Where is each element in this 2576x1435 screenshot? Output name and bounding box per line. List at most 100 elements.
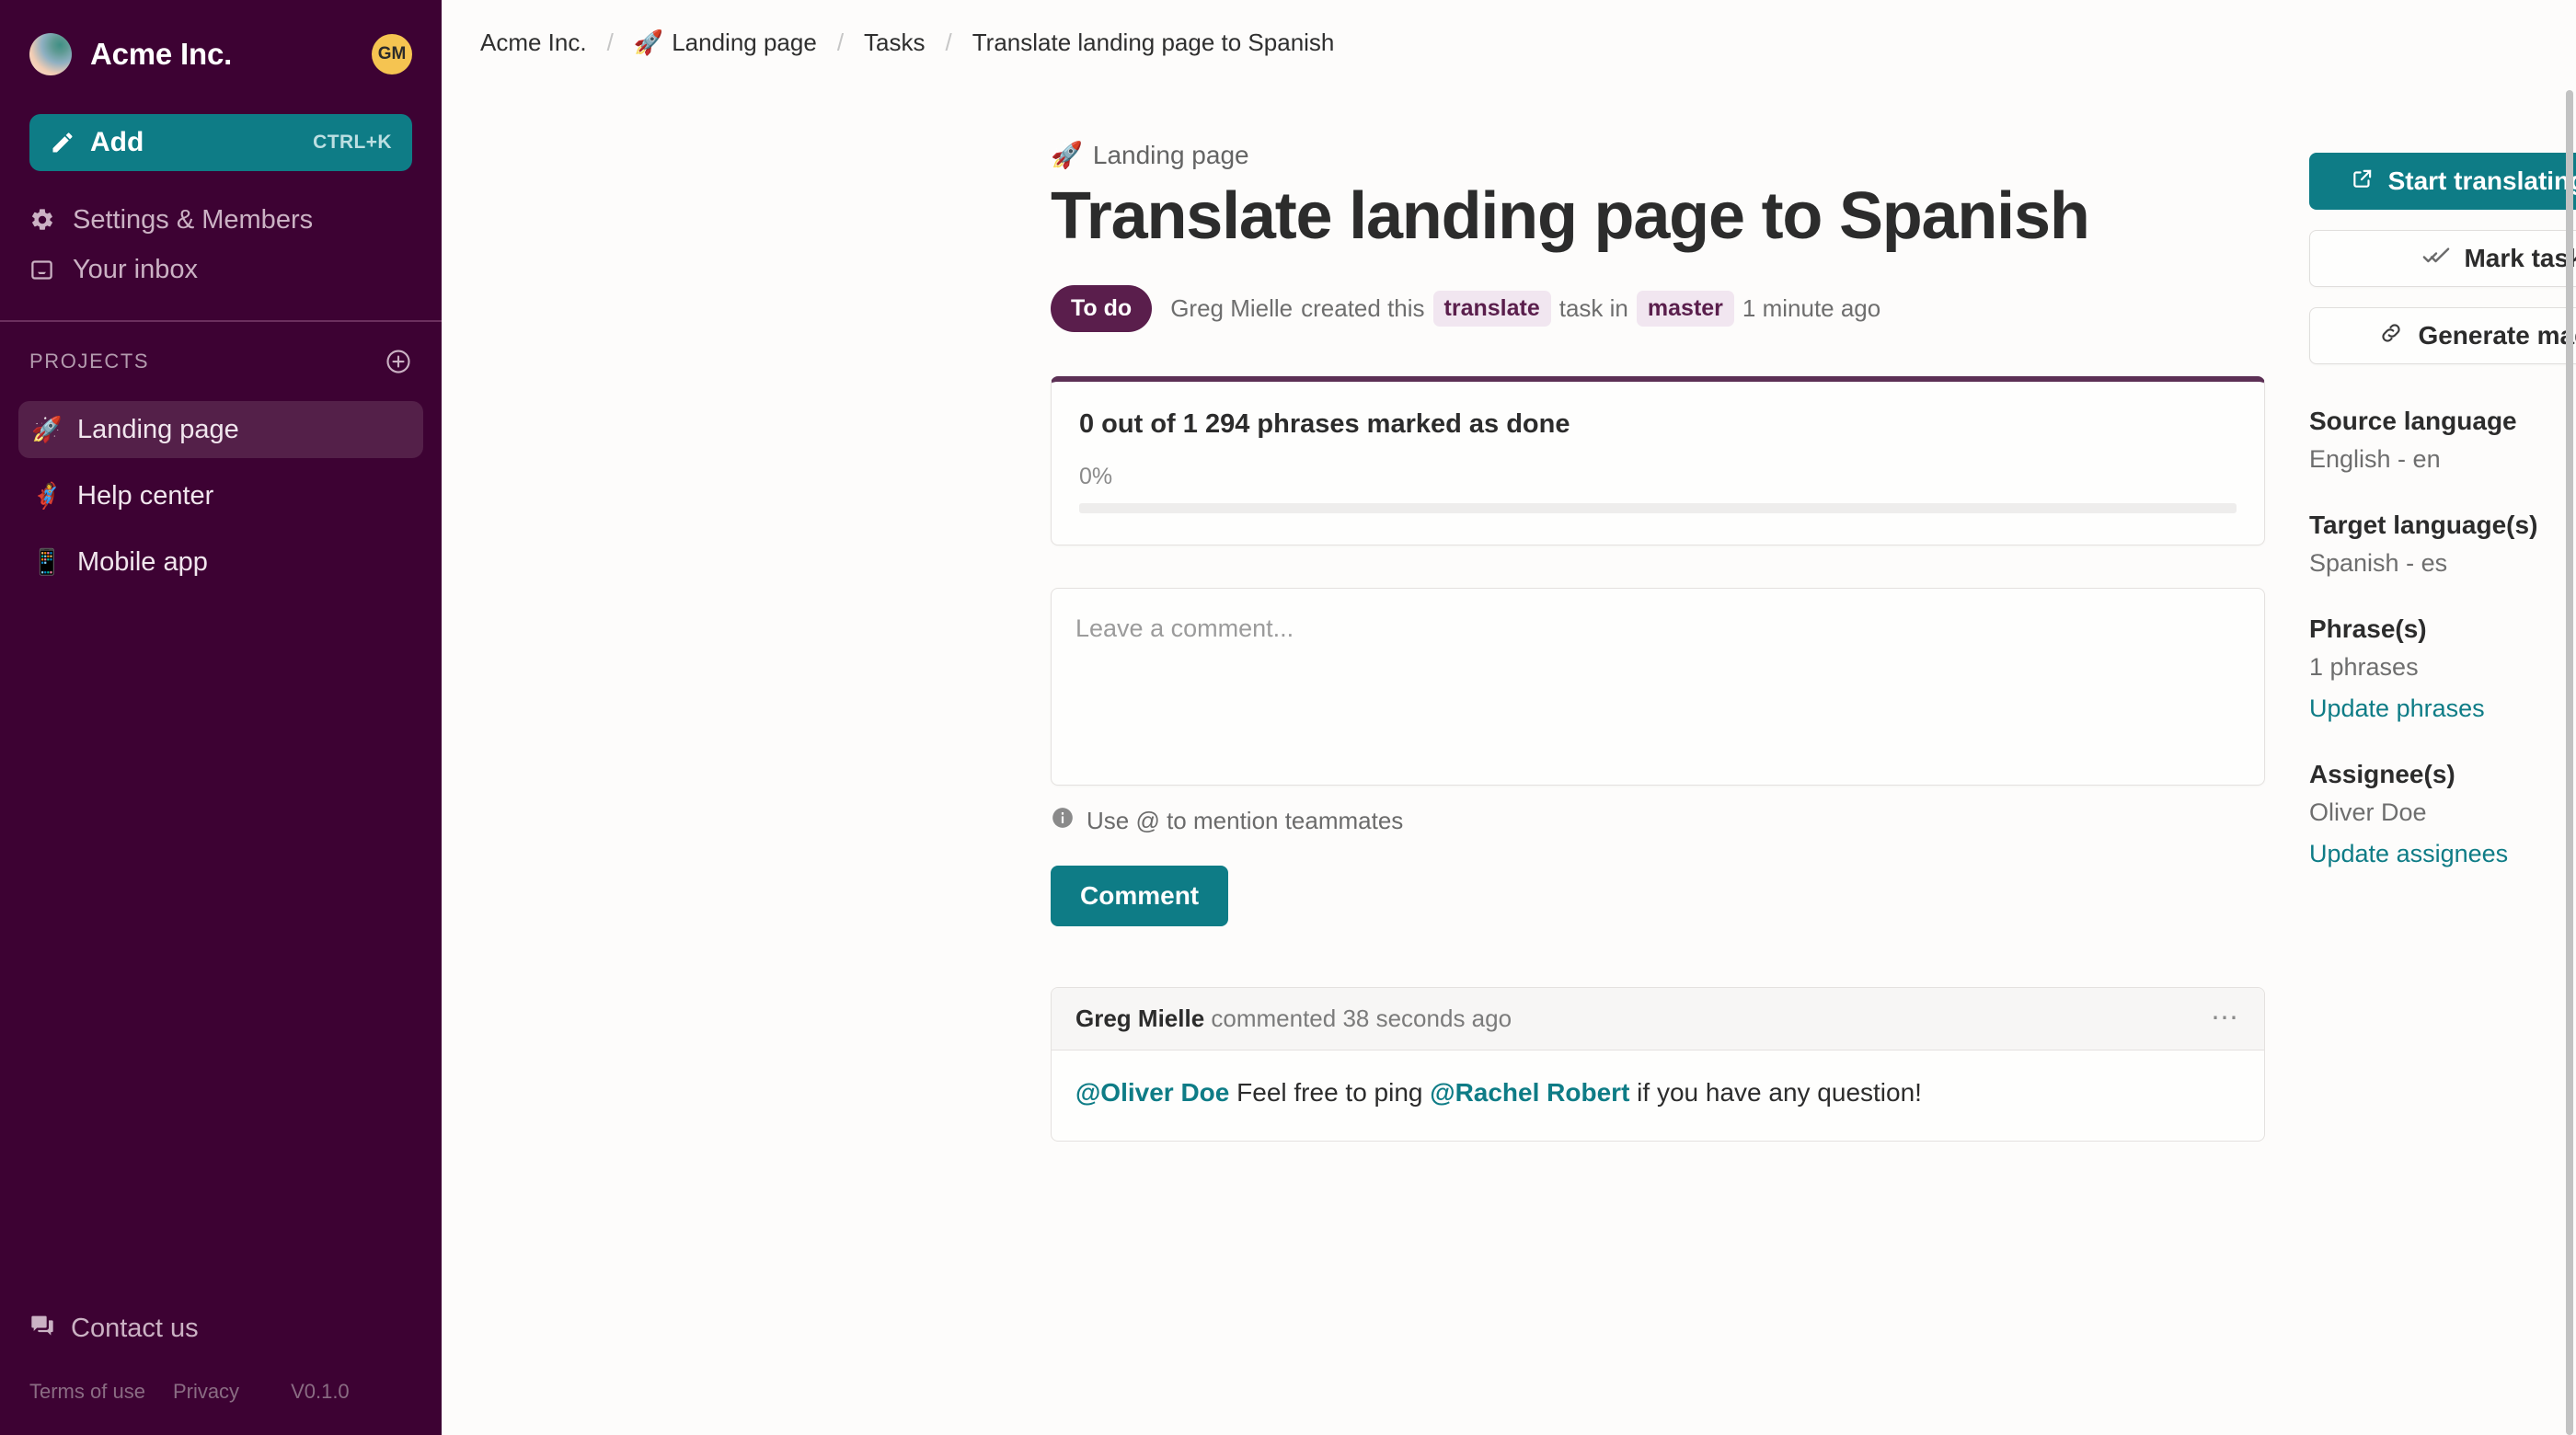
add-button-label: Add xyxy=(90,127,144,157)
chat-icon xyxy=(29,1312,55,1345)
breadcrumb-project-label: Landing page xyxy=(672,28,817,56)
sidebar-item-label: Settings & Members xyxy=(73,204,314,235)
side-button-label: Generate magic link xyxy=(2418,321,2576,350)
update-phrases-link[interactable]: Update phrases xyxy=(2309,695,2576,723)
project-label: Mobile app xyxy=(77,546,208,577)
sidebar-project-mobile-app[interactable]: 📱 Mobile app xyxy=(18,534,423,591)
comment-text-1: Feel free to ping xyxy=(1229,1077,1431,1107)
comment-author: Greg Mielle xyxy=(1075,1004,1205,1032)
task-meta-row: To do Greg Mielle created this translate… xyxy=(1051,284,2265,332)
page-scrollbar-thumb[interactable] xyxy=(2566,90,2573,1435)
comment-hint: Use @ to mention teammates xyxy=(1051,806,2265,836)
progress-percent-label: 0% xyxy=(1079,463,1113,489)
contact-us-label: Contact us xyxy=(71,1313,199,1343)
pencil-icon xyxy=(50,130,75,155)
comment-hint-label: Use @ to mention teammates xyxy=(1087,806,1404,834)
rocket-icon: 🚀 xyxy=(31,416,63,443)
sidebar-footer: Contact us Terms of use Privacy V0.1.0 xyxy=(0,1312,442,1435)
superhero-icon: 🦸‍♀️ xyxy=(31,482,63,510)
add-button-shortcut: CTRL+K xyxy=(313,132,392,153)
workspace-name: Acme Inc. xyxy=(90,37,233,71)
field-assignees: Assignee(s) Oliver Doe Update assignees xyxy=(2309,760,2576,868)
mention-rachel-robert[interactable]: @Rachel Robert xyxy=(1430,1078,1629,1107)
field-value: English - en xyxy=(2309,445,2441,473)
task-meta-in: task in xyxy=(1558,293,1628,322)
ellipsis-icon[interactable]: ⋯ xyxy=(2211,1004,2240,1032)
progress-title: 0 out of 1 294 phrases marked as done xyxy=(1079,408,1570,439)
start-translating-phrases-button[interactable]: Start translating phrases xyxy=(2309,153,2576,210)
inbox-icon xyxy=(29,258,57,282)
legal-row: Terms of use Privacy V0.1.0 xyxy=(29,1380,412,1404)
terms-of-use-link[interactable]: Terms of use xyxy=(29,1380,145,1404)
page-title: Translate landing page to Spanish xyxy=(1051,179,2090,253)
sidebar-project-help-center[interactable]: 🦸‍♀️ Help center xyxy=(18,467,423,524)
rocket-icon: 🚀 xyxy=(1051,141,1083,169)
version-label: V0.1.0 xyxy=(291,1380,350,1403)
sidebar-nav: Settings & Members Your inbox xyxy=(29,195,412,320)
side-button-label: Mark task as xyxy=(2464,244,2576,272)
field-target-language: Target language(s) Spanish - es xyxy=(2309,511,2576,578)
breadcrumb-separator: / xyxy=(606,28,614,56)
sidebar-top: Acme Inc. GM Add CTRL+K Settings & Membe… xyxy=(0,0,442,320)
open-in-new-icon xyxy=(2351,166,2375,197)
sidebar: Acme Inc. GM Add CTRL+K Settings & Membe… xyxy=(0,0,442,1435)
comment-text-2: if you have any question! xyxy=(1629,1077,1922,1107)
field-label: Phrase(s) xyxy=(2309,614,2427,643)
task-branch-tag[interactable]: master xyxy=(1636,290,1734,327)
projects-list: 🚀 Landing page 🦸‍♀️ Help center 📱 Mobile… xyxy=(0,401,442,600)
comment-item: Greg Mielle commented 38 seconds ago ⋯ @… xyxy=(1051,986,2265,1142)
task-meta-text: Greg Mielle created this translate task … xyxy=(1170,290,1881,327)
info-icon xyxy=(1051,806,1075,836)
rocket-icon: 🚀 xyxy=(633,28,664,56)
task-kicker-label: Landing page xyxy=(1092,140,1249,169)
generate-magic-link-button[interactable]: Generate magic link xyxy=(2309,307,2576,364)
task-meta-time: 1 minute ago xyxy=(1742,293,1881,322)
comment-submit-button[interactable]: Comment xyxy=(1051,865,1229,926)
status-badge[interactable]: To do xyxy=(1051,284,1153,332)
field-label: Target language(s) xyxy=(2309,511,2538,539)
add-button[interactable]: Add CTRL+K xyxy=(29,114,412,171)
main-content: Acme Inc. / 🚀 Landing page / Tasks / Tra… xyxy=(442,0,2576,1435)
task-kicker: 🚀 Landing page xyxy=(1051,140,2265,170)
field-source-language: Source language English - en xyxy=(2309,407,2576,474)
field-label: Assignee(s) xyxy=(2309,760,2455,788)
field-value: Spanish - es xyxy=(2309,549,2448,577)
task-meta-created: created this xyxy=(1301,293,1425,322)
comment-timestamp: commented 38 seconds ago xyxy=(1211,1004,1512,1032)
projects-header: PROJECTS xyxy=(0,322,442,401)
task-meta-author: Greg Mielle xyxy=(1170,293,1294,322)
sidebar-item-your-inbox[interactable]: Your inbox xyxy=(29,245,412,294)
task-type-tag[interactable]: translate xyxy=(1432,290,1551,327)
content-wrapper: 🚀 Landing page Translate landing page to… xyxy=(442,85,2576,1142)
breadcrumb-tasks[interactable]: Tasks xyxy=(864,29,925,57)
breadcrumb-separator: / xyxy=(836,28,845,56)
field-value: Oliver Doe xyxy=(2309,798,2427,826)
workspace-logo-icon xyxy=(29,33,72,75)
breadcrumb-project[interactable]: 🚀 Landing page xyxy=(634,29,817,57)
plus-circle-icon[interactable] xyxy=(385,348,412,375)
field-phrases: Phrase(s) 1 phrases Update phrases xyxy=(2309,614,2576,723)
breadcrumb: Acme Inc. / 🚀 Landing page / Tasks / Tra… xyxy=(442,0,2576,85)
progress-bar-track xyxy=(1079,502,2237,513)
mention-oliver-doe[interactable]: @Oliver Doe xyxy=(1075,1078,1229,1107)
brand-left[interactable]: Acme Inc. xyxy=(29,33,232,75)
comment-header-text: Greg Mielle commented 38 seconds ago xyxy=(1075,1004,1512,1033)
brand-row: Acme Inc. GM xyxy=(29,0,412,109)
projects-header-label: PROJECTS xyxy=(29,350,150,373)
privacy-link[interactable]: Privacy xyxy=(173,1380,239,1404)
comment-input[interactable] xyxy=(1051,587,2265,786)
side-button-label: Start translating phrases xyxy=(2387,166,2576,195)
contact-us-link[interactable]: Contact us xyxy=(29,1312,412,1345)
update-assignees-link[interactable]: Update assignees xyxy=(2309,840,2576,868)
sidebar-item-settings-members[interactable]: Settings & Members xyxy=(29,195,412,245)
page-scrollbar[interactable] xyxy=(2563,0,2576,1435)
breadcrumb-org[interactable]: Acme Inc. xyxy=(480,29,587,57)
task-side-panel: Start translating phrases Mark task as G… xyxy=(2309,140,2576,1142)
task-detail-column: 🚀 Landing page Translate landing page to… xyxy=(1051,140,2265,1142)
gear-icon xyxy=(29,207,57,233)
mobile-phone-icon: 📱 xyxy=(31,548,63,576)
avatar[interactable]: GM xyxy=(372,34,412,75)
mark-task-as-button[interactable]: Mark task as xyxy=(2309,230,2576,287)
sidebar-project-landing-page[interactable]: 🚀 Landing page xyxy=(18,401,423,458)
